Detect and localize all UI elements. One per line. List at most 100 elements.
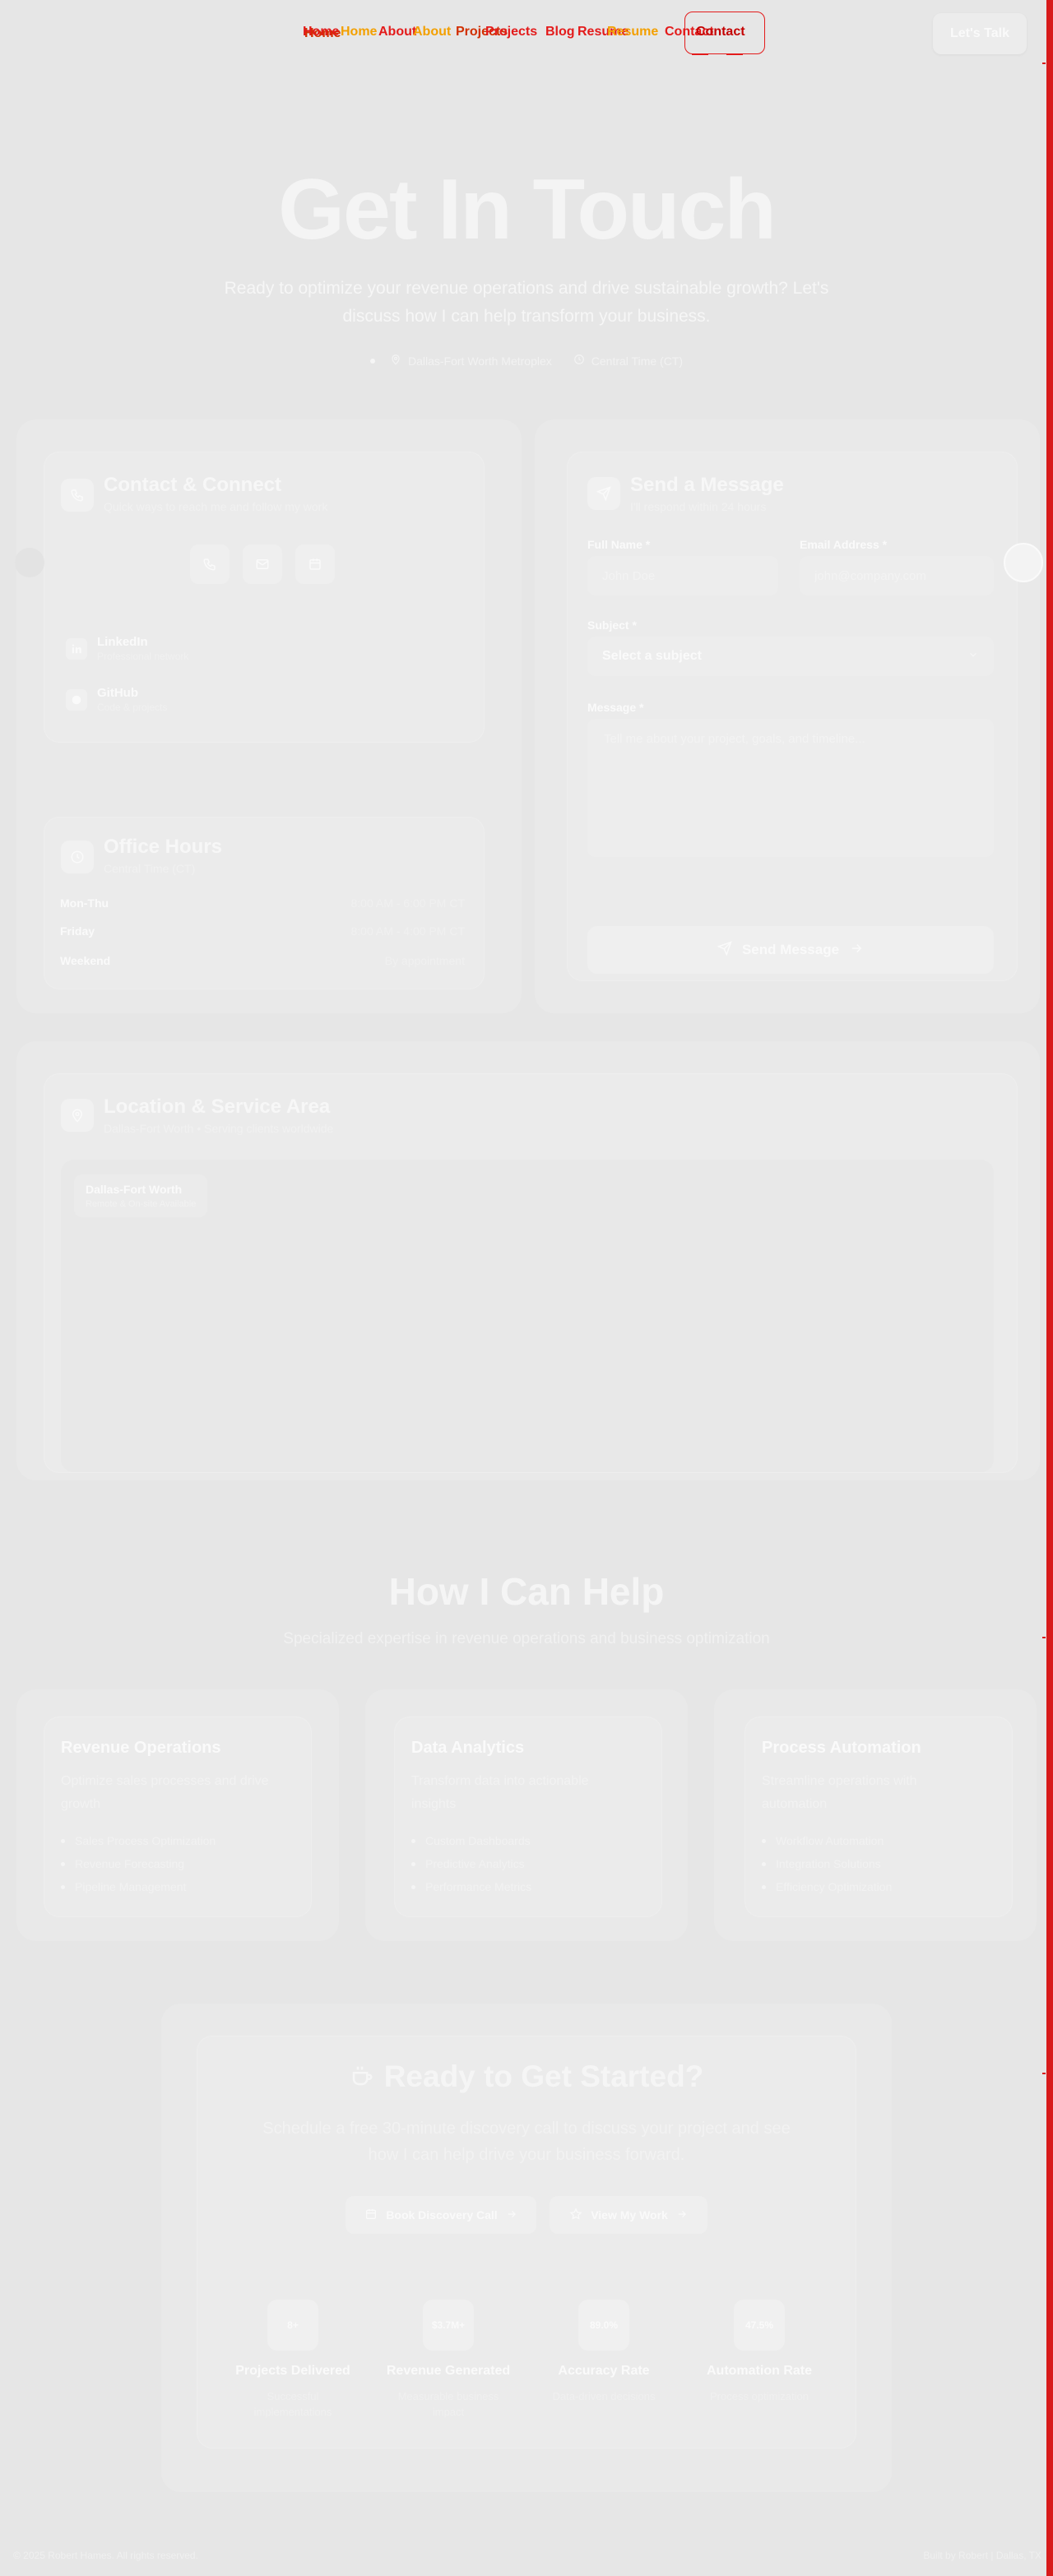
phone-icon bbox=[61, 479, 94, 512]
full-name-label: Full Name * bbox=[587, 538, 651, 551]
footer-credit: Built by Robert | Dallas, TX bbox=[923, 2550, 1041, 2561]
subject-select[interactable]: Select a subject bbox=[587, 637, 994, 676]
nav-link-about[interactable]: About bbox=[378, 25, 416, 39]
list-item: Pipeline Management bbox=[61, 1875, 216, 1898]
arrow-right-icon bbox=[849, 941, 864, 960]
subject-value: Select a subject bbox=[602, 649, 702, 663]
clock-icon bbox=[573, 354, 585, 368]
map-pin-subtitle: Remote & On-site Available bbox=[86, 1199, 197, 1209]
arrow-right-icon bbox=[506, 2208, 517, 2222]
nav-about-shadow: About bbox=[413, 25, 452, 39]
message-field[interactable] bbox=[587, 719, 994, 857]
github-link[interactable]: GitHub Code & projects bbox=[66, 686, 167, 713]
top-navigation: Home Home Home About About Projects Proj… bbox=[0, 12, 1046, 55]
linkedin-sub: Professional network bbox=[97, 651, 189, 662]
cta-title: Ready to Get Started? bbox=[0, 2059, 1053, 2096]
hours-time: 8:00 AM - 4:00 PM CT bbox=[350, 924, 466, 938]
stat-icon-box: $3.7M+ bbox=[423, 2300, 474, 2351]
stat-icon-box: 47.5% bbox=[734, 2300, 785, 2351]
subject-label: Subject * bbox=[587, 619, 637, 632]
nav-resume-shadow: Resume bbox=[607, 25, 659, 39]
send-message-label: Send Message bbox=[741, 942, 840, 957]
email-button[interactable] bbox=[243, 544, 282, 584]
stat-sub: Measurable business impact bbox=[397, 2390, 499, 2418]
github-label: GitHub bbox=[97, 686, 138, 700]
map-pin-icon bbox=[61, 1099, 94, 1132]
map-pin-title: Dallas-Fort Worth bbox=[86, 1183, 183, 1196]
timezone-text: Central Time (CT) bbox=[591, 354, 684, 368]
github-sub: Code & projects bbox=[97, 702, 168, 713]
stat-sub: Data-driven decisions bbox=[552, 2390, 656, 2402]
hours-time: 8:00 AM - 6:00 PM CT bbox=[350, 897, 466, 910]
stat-icon-box: 89.0% bbox=[578, 2300, 629, 2351]
stat-sub: Successful implementations bbox=[253, 2390, 332, 2418]
service-list: Custom Dashboards Predictive Analytics P… bbox=[411, 1829, 531, 1898]
calendar-icon bbox=[309, 558, 321, 570]
page-title: Get In Touch bbox=[278, 162, 777, 257]
service-title: Data Analytics bbox=[411, 1739, 525, 1757]
linkedin-link[interactable]: LinkedIn Professional network bbox=[66, 635, 188, 662]
hero-meta: Dallas-Fort Worth Metroplex Central Time… bbox=[0, 354, 1053, 368]
contact-card-title: Contact & Connect bbox=[104, 474, 281, 496]
contact-card-subtitle: Quick ways to reach me and follow my wor… bbox=[104, 500, 328, 513]
star-icon bbox=[569, 2207, 582, 2223]
hours-row: Mon-Thu 8:00 AM - 6:00 PM CT bbox=[60, 897, 465, 910]
help-subtitle: Specialized expertise in revenue operati… bbox=[283, 1630, 770, 1647]
hours-day: Mon-Thu bbox=[60, 897, 109, 910]
chevron-down-icon bbox=[967, 649, 979, 665]
cta-card bbox=[197, 2036, 856, 2448]
view-work-label: View My Work bbox=[591, 2208, 668, 2222]
form-subtitle: I'll respond within 24 hours bbox=[630, 500, 767, 513]
cta-subtitle: Schedule a free 30-minute discovery call… bbox=[262, 2120, 791, 2164]
send-icon bbox=[717, 940, 732, 960]
coffee-icon bbox=[350, 2061, 374, 2096]
nav-link-projects[interactable]: Projects bbox=[485, 25, 537, 39]
service-description: Streamline operations with automation bbox=[762, 1774, 917, 1811]
stat-sub: Process optimization bbox=[710, 2390, 809, 2402]
scrollbar-indicator[interactable] bbox=[1046, 0, 1053, 2576]
view-my-work-button[interactable]: View My Work bbox=[550, 2196, 707, 2234]
nav-home-shadow-2: Home bbox=[341, 25, 378, 39]
map-pin-card: Dallas-Fort Worth Remote & On-site Avail… bbox=[74, 1174, 208, 1217]
floating-left-button[interactable] bbox=[15, 548, 44, 577]
book-discovery-call-button[interactable]: Book Discovery Call bbox=[346, 2196, 536, 2234]
list-item: Efficiency Optimization bbox=[762, 1875, 892, 1898]
stat-icon-box: 8+ bbox=[267, 2300, 318, 2351]
email-label: Email Address * bbox=[800, 538, 888, 551]
service-description: Transform data into actionable insights bbox=[411, 1774, 589, 1811]
list-item: Sales Process Optimization bbox=[61, 1829, 216, 1852]
location-text: Dallas-Fort Worth Metroplex bbox=[407, 354, 552, 368]
stat-label: Automation Rate bbox=[707, 2364, 812, 2378]
email-field[interactable] bbox=[800, 556, 994, 595]
clock-icon bbox=[61, 841, 94, 873]
nav-link-blog[interactable]: Blog bbox=[545, 25, 575, 39]
send-message-button[interactable]: Send Message bbox=[587, 926, 994, 974]
footer-copyright: © 2025 Robert Hames. All rights reserved… bbox=[13, 2550, 198, 2561]
message-form-card bbox=[568, 452, 1017, 980]
phone-button[interactable] bbox=[190, 544, 230, 584]
nav-link-home[interactable]: Home bbox=[303, 25, 339, 39]
office-hours-subtitle: Central Time (CT) bbox=[104, 862, 196, 875]
list-item: Integration Solutions bbox=[762, 1852, 892, 1875]
send-icon bbox=[587, 477, 620, 510]
mail-icon bbox=[256, 559, 269, 569]
linkedin-icon bbox=[66, 637, 87, 660]
timezone-meta: Central Time (CT) bbox=[573, 354, 683, 368]
stat-label: Accuracy Rate bbox=[558, 2364, 650, 2378]
hours-row: Weekend By appointment bbox=[60, 954, 465, 967]
lets-talk-button[interactable]: Let's Talk bbox=[933, 13, 1027, 54]
list-item: Workflow Automation bbox=[762, 1829, 892, 1852]
hours-day: Friday bbox=[60, 924, 95, 938]
stat-label: Revenue Generated bbox=[386, 2364, 511, 2378]
calendar-button[interactable] bbox=[295, 544, 335, 584]
nav-contact-active-indicator bbox=[684, 12, 765, 55]
list-item: Custom Dashboards bbox=[411, 1829, 531, 1852]
linkedin-label: LinkedIn bbox=[97, 635, 148, 649]
full-name-field[interactable] bbox=[587, 556, 778, 595]
service-title: Revenue Operations bbox=[61, 1739, 221, 1757]
list-item: Performance Metrics bbox=[411, 1875, 531, 1898]
service-list: Sales Process Optimization Revenue Forec… bbox=[61, 1829, 216, 1898]
floating-avatar-button[interactable] bbox=[1004, 543, 1043, 582]
location-subtitle: Dallas-Fort Worth • Serving clients worl… bbox=[104, 1122, 334, 1135]
location-title: Location & Service Area bbox=[104, 1096, 331, 1118]
